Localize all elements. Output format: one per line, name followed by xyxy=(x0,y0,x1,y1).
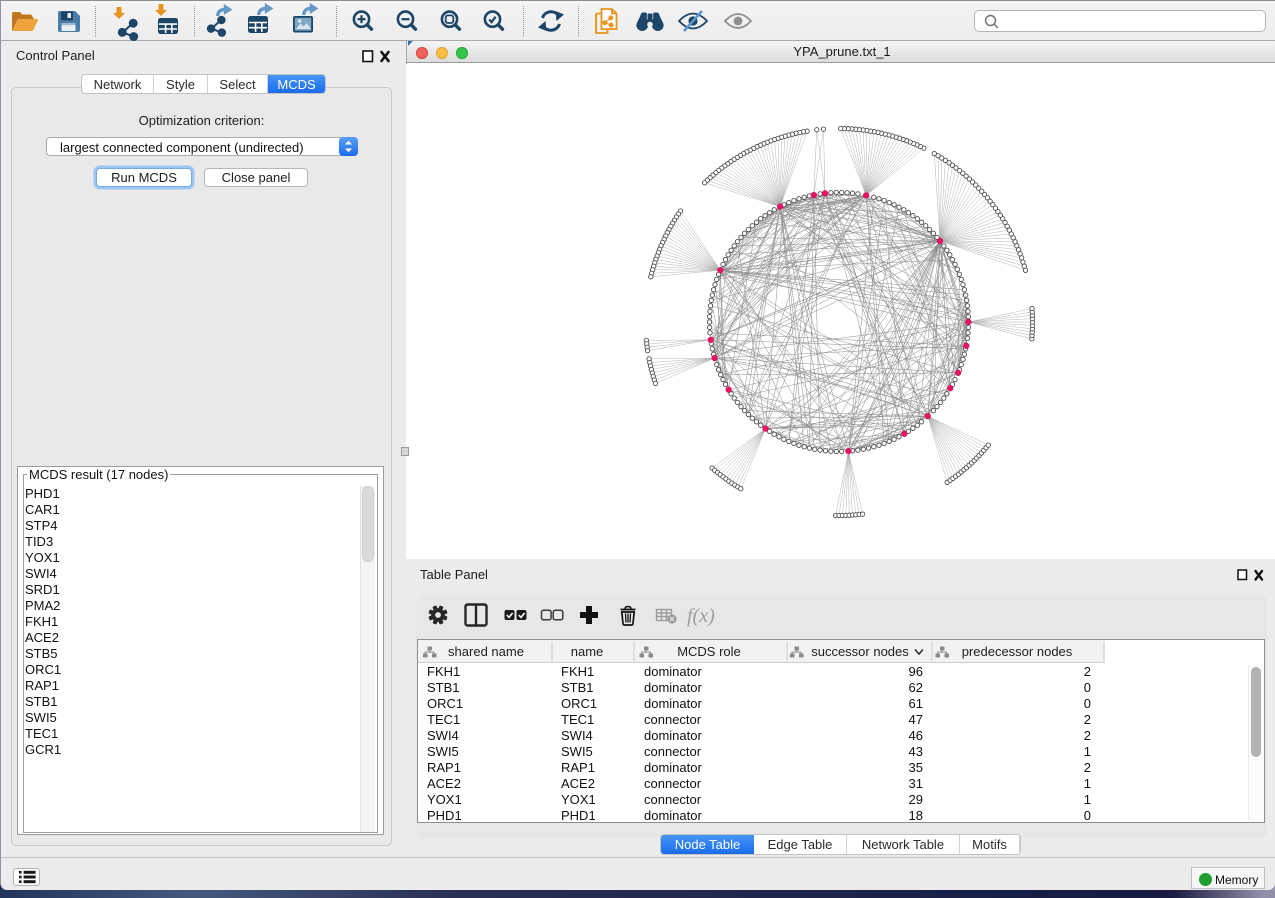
svg-text:f(x): f(x) xyxy=(687,605,715,627)
